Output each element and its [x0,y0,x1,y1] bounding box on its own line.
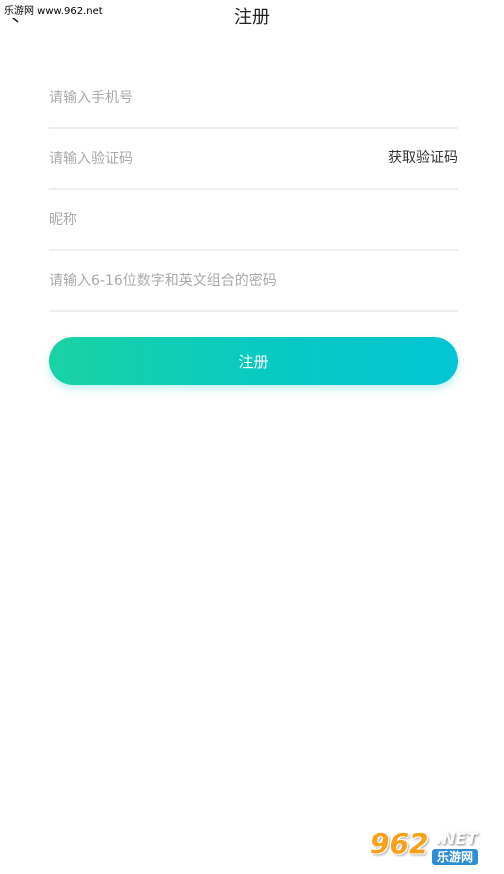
watermark-logo-digits: 962 [370,827,429,860]
watermark-logo-net: .NET [436,829,478,848]
watermark-text: 乐游网 www.962.net [2,6,105,18]
verification-code-input[interactable] [49,129,349,188]
phone-field [49,68,458,129]
phone-input[interactable] [49,68,349,127]
password-input[interactable] [49,251,458,310]
watermark-logo: 962 .NET 乐游网 [366,826,498,870]
code-field: 获取验证码 [49,129,458,190]
register-page: 乐游网 www.962.net 注册 获取验证码 注册 962 .NET 乐游网 [0,0,504,874]
nickname-field [49,190,458,251]
password-field [49,251,458,312]
watermark-logo-cn: 乐游网 [432,849,479,865]
nickname-input[interactable] [49,190,349,249]
register-button[interactable]: 注册 [49,337,458,385]
get-code-button[interactable]: 获取验证码 [388,129,458,188]
